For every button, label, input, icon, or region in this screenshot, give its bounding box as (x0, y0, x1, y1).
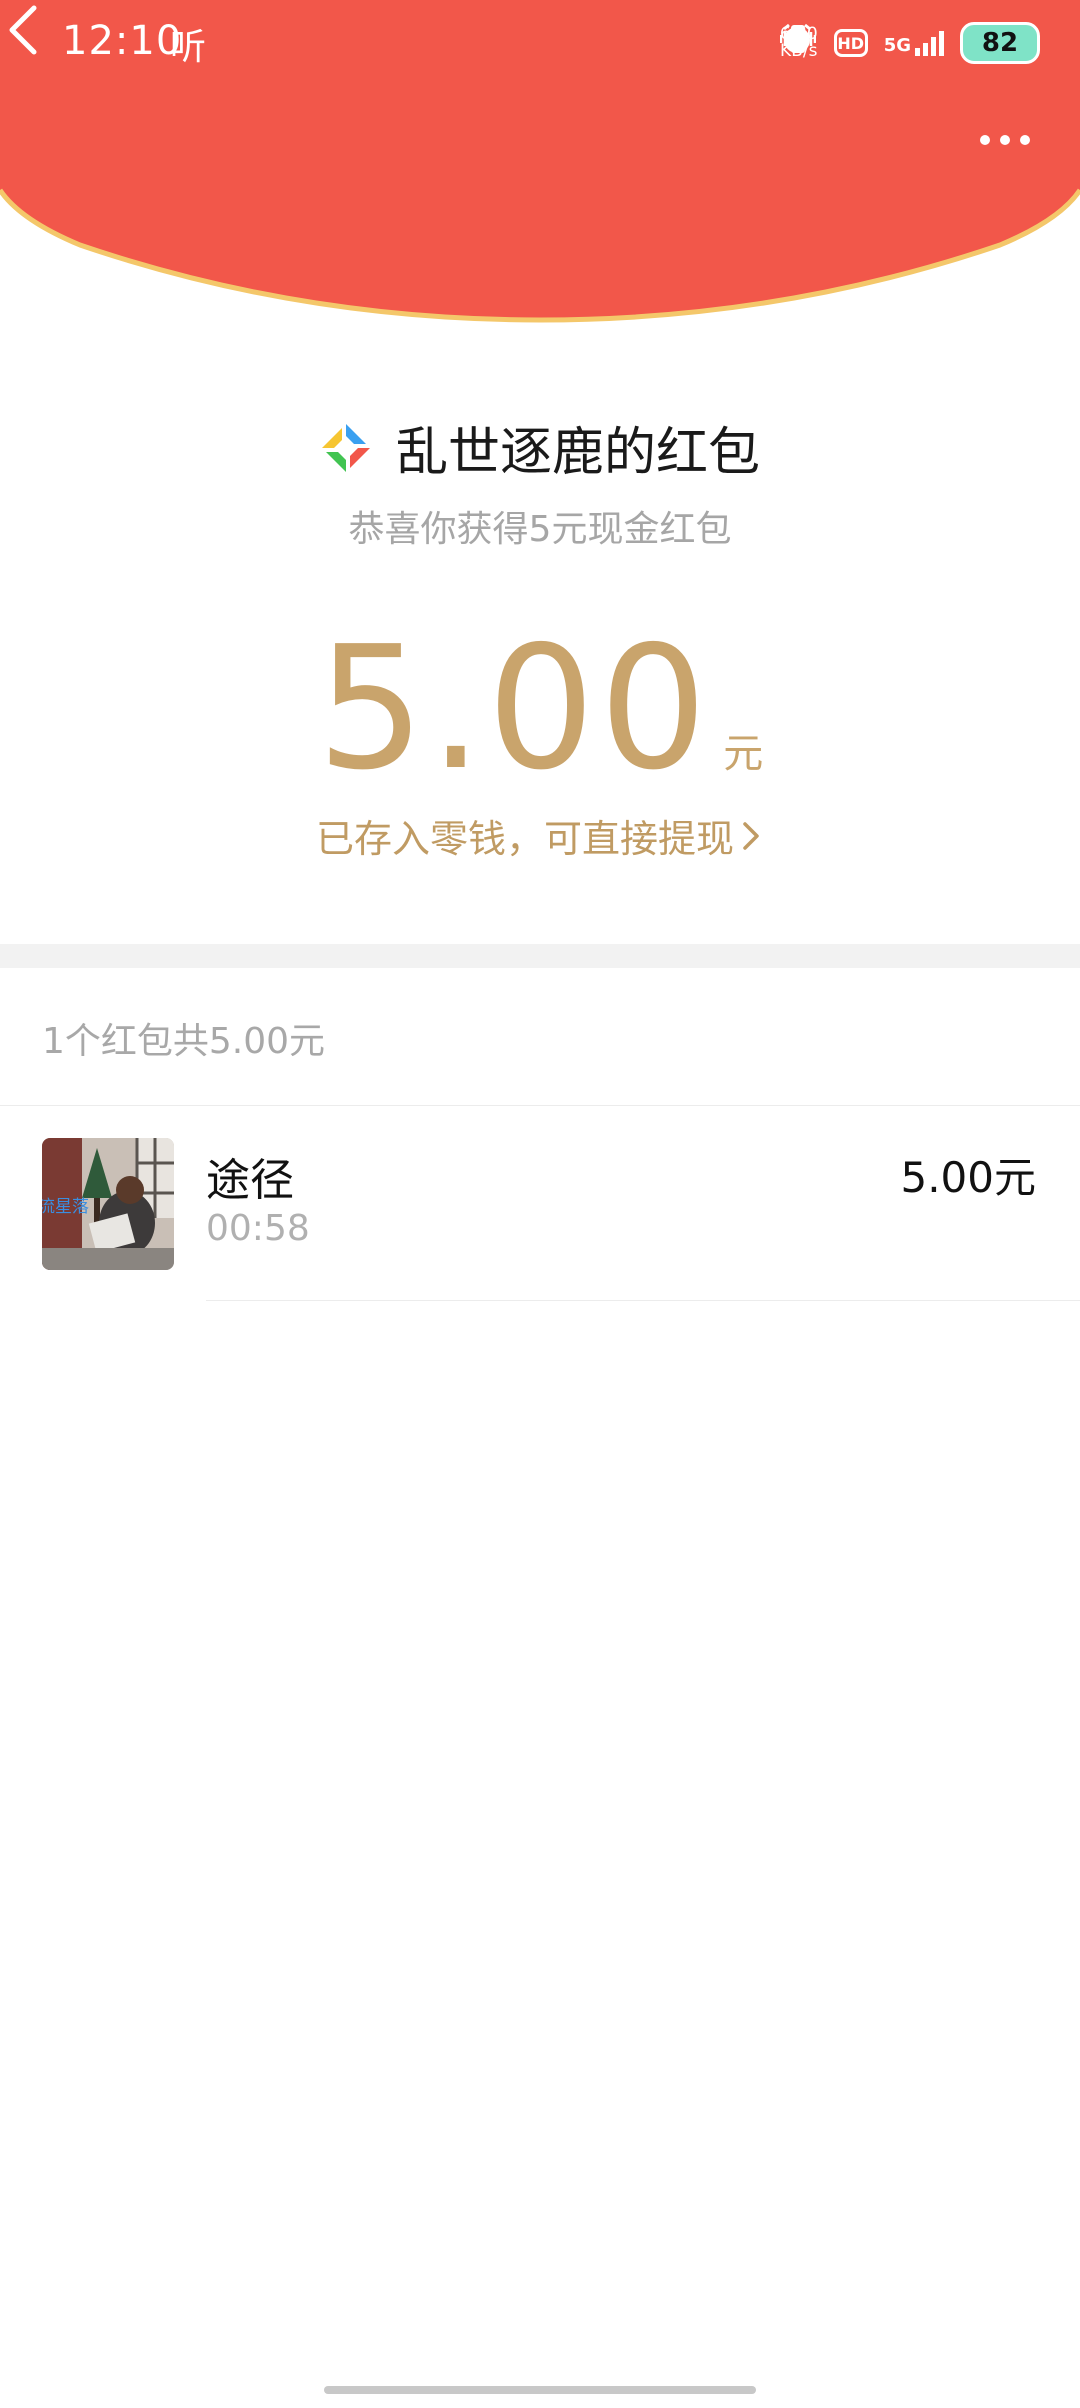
status-bar: 12:10 听 6.80 KB/s HD 5G 8 (0, 0, 1080, 90)
stored-link[interactable]: 已存入零钱，可直接提现 (0, 808, 1080, 863)
signal-icon (915, 30, 944, 56)
packet-summary: 1个红包共5.00元 (42, 1021, 326, 1062)
hd-icon: HD (833, 29, 868, 57)
section-divider (0, 944, 1080, 968)
receive-amount: 5.00元 (900, 1153, 1036, 1202)
receiver-name: 途径 (206, 1155, 294, 1206)
network-type: 5G (883, 35, 911, 56)
avatar[interactable]: 流星落 (42, 1138, 174, 1270)
listen-indicator: 听 (170, 27, 207, 68)
stored-text: 已存入零钱，可直接提现 (315, 817, 734, 861)
receiver-row[interactable]: 流星落 途径 00:58 5.00元 (0, 1138, 1080, 1298)
more-icon[interactable] (980, 120, 1040, 160)
amount-value: 5.00 (316, 610, 712, 808)
chevron-right-icon (743, 821, 759, 850)
avatar-overlay-text: 流星落 (42, 1197, 89, 1217)
signal-group: 5G (884, 30, 944, 56)
status-time: 12:10 (62, 18, 183, 64)
sender-row: 乱世逐鹿的红包 (0, 410, 1080, 485)
packet-subtitle: 恭喜你获得5元现金红包 (348, 509, 732, 550)
summary-divider (0, 1105, 1080, 1106)
back-icon[interactable] (0, 0, 50, 60)
packet-amount: 5.00 元 (0, 610, 1080, 808)
home-indicator[interactable] (324, 2386, 756, 2394)
battery-icon: 82 (960, 22, 1040, 64)
receive-time: 00:58 (206, 1208, 310, 1249)
row-divider (206, 1300, 1080, 1301)
app-logo-icon (321, 423, 370, 472)
amount-unit: 元 (723, 731, 764, 777)
red-packet-header: 12:10 听 6.80 KB/s HD 5G 8 (0, 0, 1080, 340)
status-icons: 6.80 KB/s HD 5G 82 (779, 22, 1040, 64)
vibrate-icon (779, 25, 816, 53)
sender-name: 乱世逐鹿的红包 (395, 423, 760, 483)
